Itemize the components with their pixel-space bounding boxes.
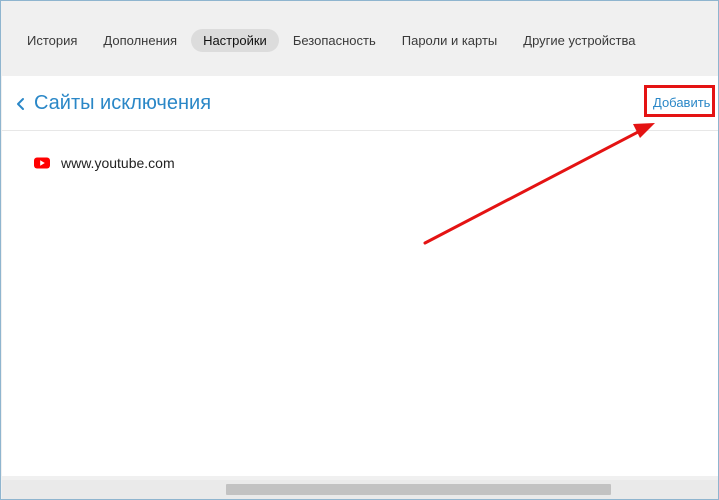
tab-history[interactable]: История: [15, 29, 89, 52]
tab-settings[interactable]: Настройки: [191, 28, 279, 52]
youtube-icon: [34, 157, 50, 169]
tab-security[interactable]: Безопасность: [281, 29, 388, 52]
site-label: www.youtube.com: [61, 155, 175, 171]
list-item[interactable]: www.youtube.com: [33, 154, 175, 172]
chevron-left-icon[interactable]: [15, 96, 27, 112]
exceptions-panel: Сайты исключения Добавить www.youtube.co…: [2, 76, 718, 476]
settings-nav: История Дополнения Настройки Безопасност…: [15, 28, 650, 52]
tab-addons[interactable]: Дополнения: [91, 29, 189, 52]
tab-passwords-cards[interactable]: Пароли и карты: [390, 29, 510, 52]
panel-header: Сайты исключения Добавить: [2, 76, 718, 131]
add-button[interactable]: Добавить: [653, 95, 710, 110]
tab-other-devices[interactable]: Другие устройства: [511, 29, 647, 52]
scrollbar-thumb[interactable]: [226, 484, 611, 495]
page-title[interactable]: Сайты исключения: [34, 92, 211, 115]
browser-settings-window: История Дополнения Настройки Безопасност…: [0, 0, 719, 500]
horizontal-scrollbar[interactable]: [2, 480, 718, 499]
